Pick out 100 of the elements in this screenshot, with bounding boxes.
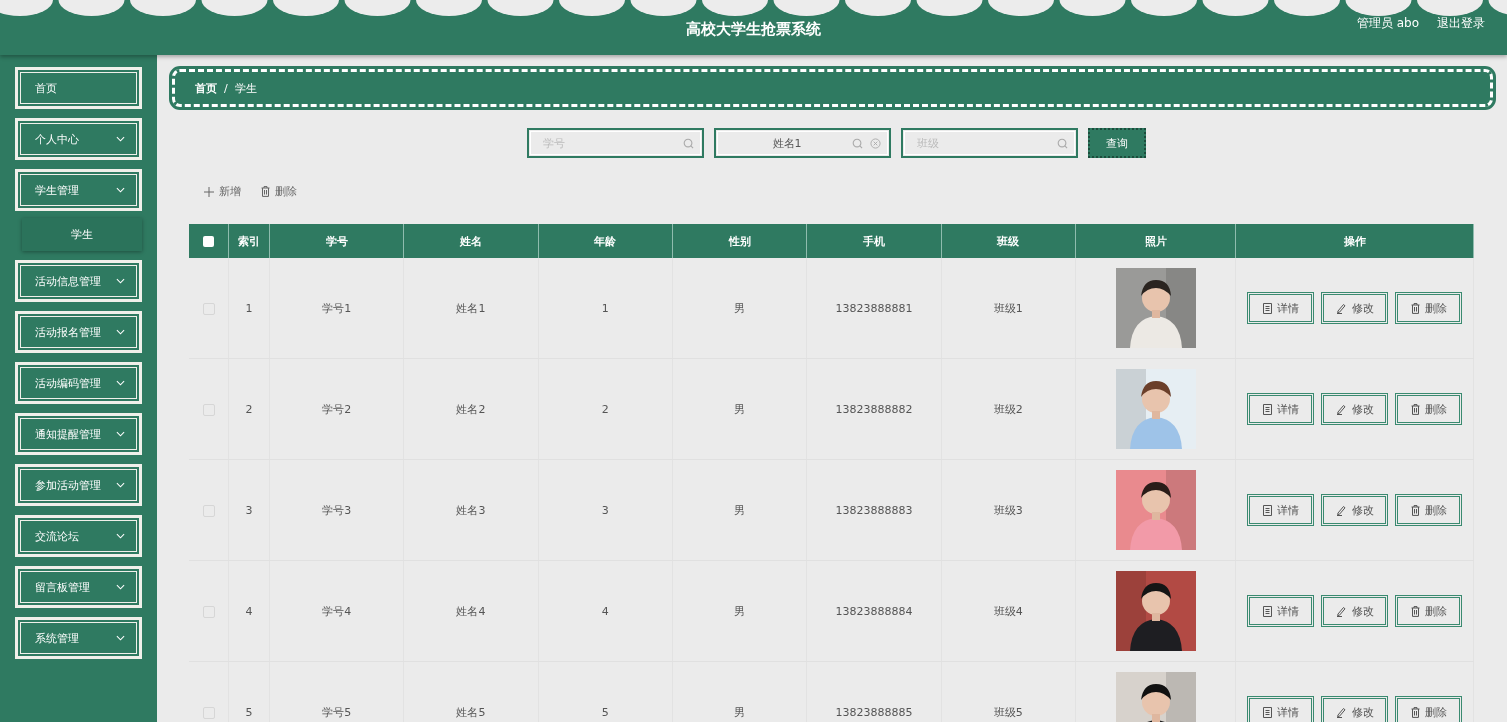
menu-item[interactable]: 活动编码管理 <box>15 362 142 404</box>
table-cell: 姓名2 <box>403 358 539 460</box>
table-cell: 4 <box>538 560 673 662</box>
clear-icon[interactable] <box>869 138 881 149</box>
delete-button[interactable]: 删除 <box>1395 393 1462 425</box>
menu-item[interactable]: 通知提醒管理 <box>15 413 142 455</box>
table-cell: 男 <box>672 258 807 359</box>
breadcrumb-item: 学生 <box>234 80 257 96</box>
edit-button[interactable]: 修改 <box>1321 696 1388 722</box>
add-button[interactable]: 新增 <box>204 184 241 199</box>
table-cell: 5 <box>538 661 673 722</box>
table-cell: 男 <box>672 560 807 662</box>
document-icon <box>1262 706 1272 718</box>
table-cell: 班级2 <box>941 358 1076 460</box>
delete-button[interactable]: 删除 <box>261 184 297 199</box>
pencil-icon <box>1335 605 1347 617</box>
menu-item[interactable]: 系统管理 <box>15 617 142 659</box>
pencil-icon <box>1335 706 1347 718</box>
table-cell: 姓名3 <box>403 459 539 561</box>
query-button[interactable]: 查询 <box>1087 128 1146 158</box>
logout-link[interactable]: 退出登录 <box>1437 15 1485 32</box>
plus-icon <box>204 186 214 197</box>
table-cell: 班级1 <box>941 258 1076 359</box>
delete-button[interactable]: 删除 <box>1395 494 1462 526</box>
document-icon <box>1262 403 1272 415</box>
chevron-icon <box>116 329 125 335</box>
delete-button[interactable]: 删除 <box>1395 292 1462 324</box>
table-cell: 1 <box>538 258 673 359</box>
table-cell: 3 <box>538 459 673 561</box>
menu-item[interactable]: 留言板管理 <box>15 566 142 608</box>
menu-item[interactable]: 参加活动管理 <box>15 464 142 506</box>
breadcrumb-item[interactable]: 首页 <box>195 80 217 96</box>
table-cell: 学号3 <box>269 459 404 561</box>
table-cell: 姓名4 <box>403 560 539 662</box>
search-field[interactable]: 姓名1 <box>713 128 891 158</box>
detail-button[interactable]: 详情 <box>1247 292 1314 324</box>
menu-item[interactable]: 活动信息管理 <box>15 260 142 302</box>
app-title: 高校大学生抢票系统 <box>686 20 821 39</box>
chevron-icon <box>116 187 125 193</box>
delete-button[interactable]: 删除 <box>1395 595 1462 627</box>
menu-item[interactable]: 个人中心 <box>15 118 142 160</box>
column-header: 性别 <box>672 224 807 258</box>
menu-item[interactable]: 首页 <box>15 67 142 109</box>
table-cell: 13823888884 <box>806 560 942 662</box>
table-cell: 学号4 <box>269 560 404 662</box>
table-cell: 1 <box>228 258 270 359</box>
table-cell: 班级5 <box>941 661 1076 722</box>
pencil-icon <box>1335 504 1347 516</box>
table-cell: 学号2 <box>269 358 404 460</box>
chevron-icon <box>116 136 125 142</box>
column-header: 学号 <box>269 224 404 258</box>
trash-icon <box>1410 605 1420 617</box>
menu-item[interactable]: 学生管理 <box>15 169 142 211</box>
edit-button[interactable]: 修改 <box>1321 393 1388 425</box>
trash-icon <box>1410 403 1420 415</box>
table-cell: 5 <box>228 661 270 722</box>
column-header: 姓名 <box>403 224 539 258</box>
document-icon <box>1262 302 1272 314</box>
table-cell: 男 <box>672 459 807 561</box>
table-cell: 13823888882 <box>806 358 942 460</box>
submenu-item[interactable]: 学生 <box>22 218 142 251</box>
document-icon <box>1262 605 1272 617</box>
table-cell: 学号1 <box>269 258 404 359</box>
edit-button[interactable]: 修改 <box>1321 595 1388 627</box>
detail-button[interactable]: 详情 <box>1247 595 1314 627</box>
detail-button[interactable]: 详情 <box>1247 494 1314 526</box>
column-header: 照片 <box>1075 224 1236 258</box>
chevron-icon <box>116 533 125 539</box>
table-cell: 13823888883 <box>806 459 942 561</box>
edit-button[interactable]: 修改 <box>1321 494 1388 526</box>
column-header: 手机 <box>806 224 942 258</box>
detail-button[interactable]: 详情 <box>1247 696 1314 722</box>
table-cell: 班级3 <box>941 459 1076 561</box>
table-cell: 姓名5 <box>403 661 539 722</box>
table-cell: 2 <box>538 358 673 460</box>
user-name: 管理员 abo <box>1356 15 1419 32</box>
trash-icon <box>1410 504 1420 516</box>
delete-button[interactable]: 删除 <box>1395 696 1462 722</box>
column-header: 班级 <box>941 224 1076 258</box>
column-header: 年龄 <box>538 224 673 258</box>
pencil-icon <box>1335 403 1347 415</box>
table-cell: 2 <box>228 358 270 460</box>
detail-button[interactable]: 详情 <box>1247 393 1314 425</box>
menu-item[interactable]: 活动报名管理 <box>15 311 142 353</box>
table-cell: 4 <box>228 560 270 662</box>
table-cell: 班级4 <box>941 560 1076 662</box>
menu-item[interactable]: 交流论坛 <box>15 515 142 557</box>
edit-button[interactable]: 修改 <box>1321 292 1388 324</box>
chevron-icon <box>116 482 125 488</box>
trash-icon <box>261 186 270 197</box>
chevron-icon <box>116 380 125 386</box>
chevron-icon <box>116 431 125 437</box>
table-cell: 3 <box>228 459 270 561</box>
trash-icon <box>1410 706 1420 718</box>
table-cell: 13823888881 <box>806 258 942 359</box>
table-cell: 男 <box>672 358 807 460</box>
search-icon <box>851 138 863 149</box>
select-all-checkbox[interactable] <box>203 236 214 247</box>
table-cell: 学号5 <box>269 661 404 722</box>
chevron-icon <box>116 584 125 590</box>
